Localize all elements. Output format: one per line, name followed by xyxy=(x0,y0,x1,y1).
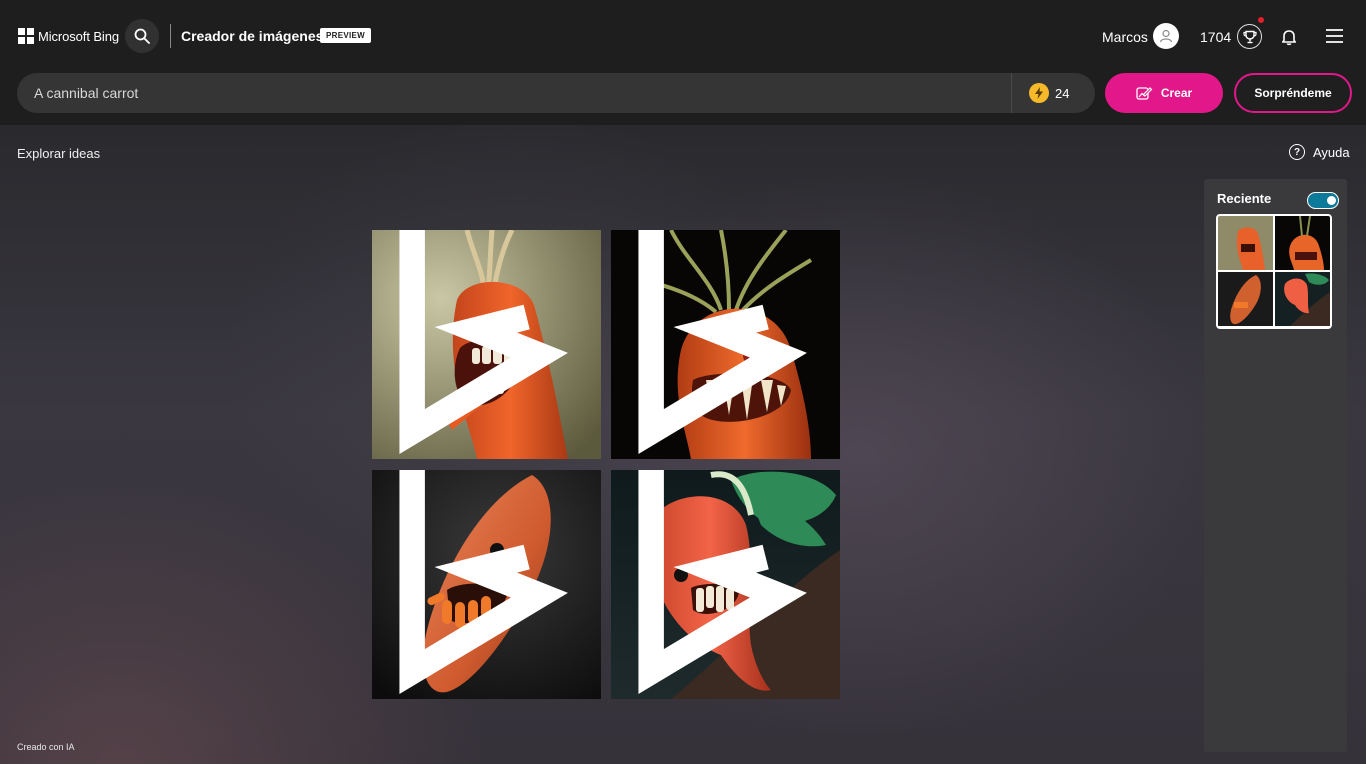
logo-text: Microsoft Bing xyxy=(38,28,119,44)
rewards-points[interactable]: 1704 xyxy=(1200,29,1231,45)
boost-count: 24 xyxy=(1055,86,1070,101)
prompt-input[interactable] xyxy=(34,73,1014,113)
bing-logo[interactable]: Microsoft Bing xyxy=(18,28,119,44)
created-with-ai-label: Creado con IA xyxy=(17,742,75,752)
thumb-image-3 xyxy=(1218,272,1273,326)
prompt-bar: 24 xyxy=(17,73,1095,113)
create-icon xyxy=(1136,86,1153,100)
avatar[interactable] xyxy=(1153,23,1179,49)
thumb-image-4 xyxy=(1275,272,1330,326)
bing-watermark-icon xyxy=(638,470,807,695)
search-button[interactable] xyxy=(125,19,159,53)
toggle-knob xyxy=(1327,196,1336,205)
recent-thumbnail[interactable] xyxy=(1216,214,1332,329)
help-link[interactable]: ? Ayuda xyxy=(1289,144,1350,160)
notification-dot xyxy=(1258,17,1264,23)
create-label: Crear xyxy=(1160,86,1193,100)
page-title[interactable]: Creador de imágenes xyxy=(181,28,323,44)
carrot-image-4[interactable] xyxy=(611,470,840,699)
rewards-button[interactable] xyxy=(1237,24,1262,49)
header: Microsoft Bing Creador de imágenes PREVI… xyxy=(0,0,1366,125)
carrot-image-1[interactable] xyxy=(372,230,601,459)
bing-watermark-icon xyxy=(399,230,568,455)
create-button[interactable]: Crear xyxy=(1105,73,1223,113)
bing-watermark-icon xyxy=(638,230,807,455)
header-divider xyxy=(170,24,171,48)
carrot-image-3[interactable] xyxy=(372,470,601,699)
help-label: Ayuda xyxy=(1313,144,1350,160)
prompt-separator xyxy=(1011,73,1012,113)
help-icon: ? xyxy=(1289,144,1305,160)
surprise-button[interactable]: Sorpréndeme xyxy=(1234,73,1352,113)
user-icon xyxy=(1159,29,1173,43)
thumb-image-1 xyxy=(1218,216,1273,270)
explore-ideas-link[interactable]: Explorar ideas xyxy=(17,146,100,161)
trophy-icon xyxy=(1242,30,1257,43)
bell-icon[interactable] xyxy=(1280,28,1298,46)
user-name[interactable]: Marcos xyxy=(1102,29,1148,45)
carrot-image-2[interactable] xyxy=(611,230,840,459)
hamburger-menu-icon[interactable] xyxy=(1326,29,1343,43)
microsoft-logo-icon xyxy=(18,28,34,44)
recent-toggle[interactable] xyxy=(1307,192,1339,209)
search-icon xyxy=(134,28,150,44)
lightning-icon xyxy=(1035,87,1043,99)
preview-badge: PREVIEW xyxy=(320,28,371,43)
thumb-image-2 xyxy=(1275,216,1330,270)
recent-title: Reciente xyxy=(1217,191,1272,206)
boost-icon[interactable] xyxy=(1029,83,1049,103)
bing-watermark-icon xyxy=(399,470,568,695)
recent-panel: Reciente xyxy=(1204,179,1347,752)
